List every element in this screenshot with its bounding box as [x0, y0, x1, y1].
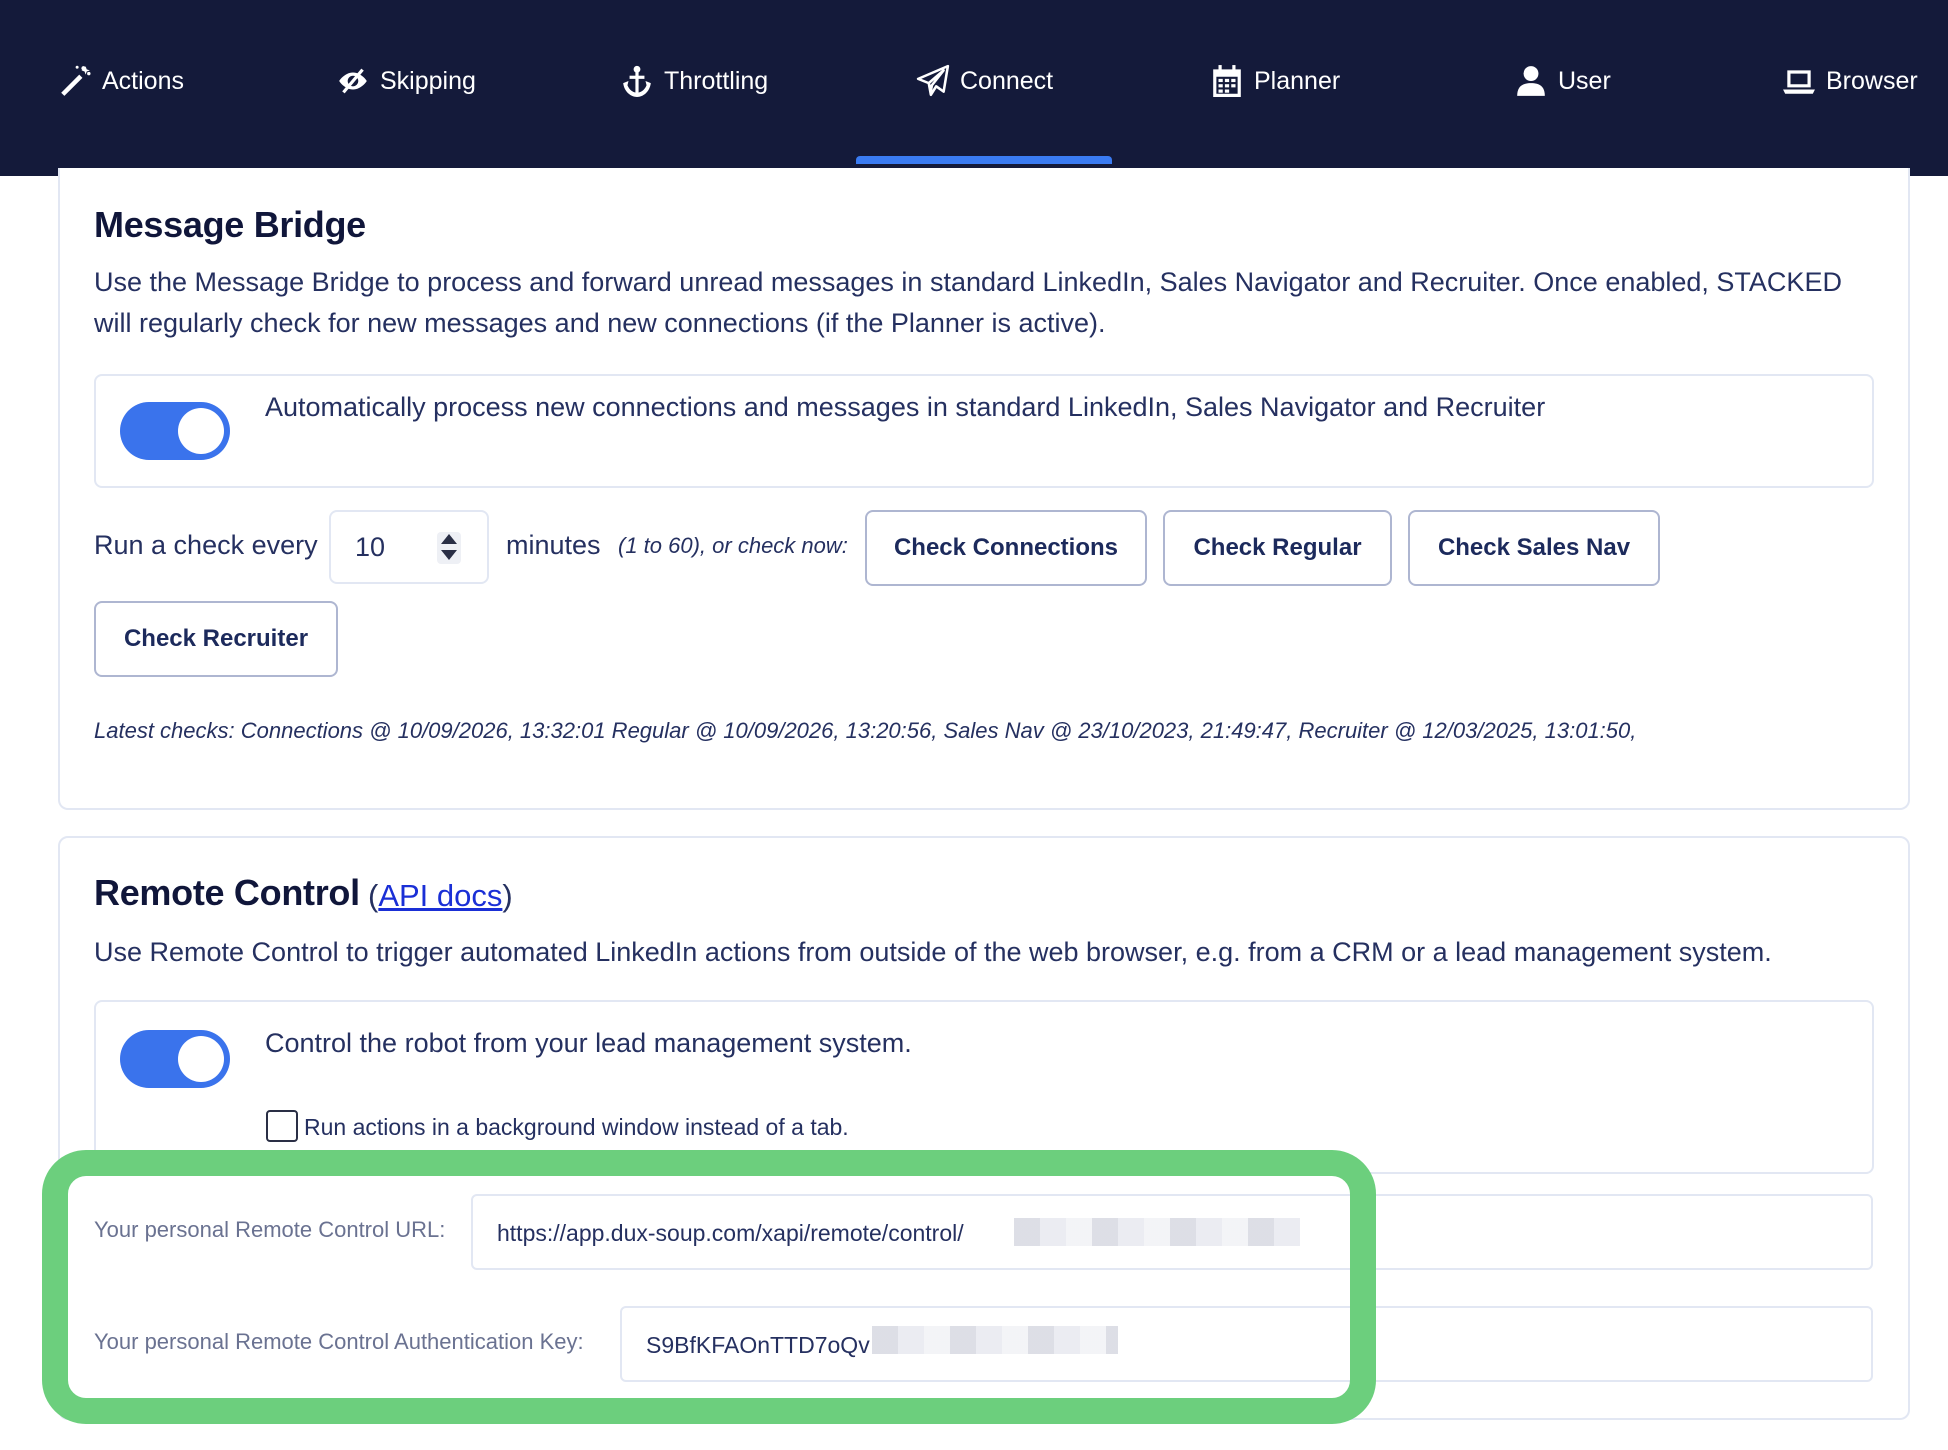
minutes-label: minutes — [506, 530, 601, 560]
nav-tab-label: Skipping — [380, 66, 476, 95]
api-docs-link[interactable]: API docs — [378, 878, 502, 913]
check-interval-input[interactable]: 10 — [329, 510, 489, 584]
message-bridge-description: Use the Message Bridge to process and fo… — [94, 267, 1842, 338]
interval-stepper[interactable] — [437, 532, 461, 564]
api-open-paren: ( — [368, 878, 379, 913]
remote-control-description: Use Remote Control to trigger automated … — [94, 937, 1772, 967]
remote-control-toggle-label: Control the robot from your lead managem… — [265, 1028, 912, 1058]
nav-tab-label: Connect — [960, 66, 1054, 95]
top-nav: Actions Skipping Throttling Connect Plan… — [0, 0, 1948, 176]
auth-key-label: Your personal Remote Control Authenticat… — [94, 1329, 584, 1354]
nav-tab-skipping[interactable]: Skipping — [336, 58, 476, 104]
eye-slash-icon — [339, 68, 367, 94]
latest-checks-status: Latest checks: Connections @ 10/09/2026,… — [94, 718, 1637, 743]
message-bridge-title: Message Bridge — [94, 204, 366, 245]
toggle-knob — [178, 1036, 224, 1082]
nav-tab-connect[interactable]: Connect — [916, 58, 1053, 104]
nav-tab-throttling[interactable]: Throttling — [620, 58, 768, 104]
check-sales-nav-button[interactable]: Check Sales Nav — [1408, 510, 1660, 586]
user-icon — [1517, 66, 1545, 96]
run-check-label: Run a check every — [94, 530, 318, 560]
nav-tab-label: Planner — [1254, 66, 1341, 95]
calendar-icon — [1213, 65, 1241, 97]
active-tab-indicator — [856, 156, 1112, 164]
redacted-key-blur — [872, 1326, 1118, 1354]
nav-tab-browser[interactable]: Browser — [1782, 58, 1918, 104]
auth-key-field[interactable]: S9BfKFAOnTTD7oQv — [620, 1306, 1873, 1382]
laptop-icon — [1783, 70, 1815, 94]
nav-tab-label: Browser — [1826, 66, 1918, 95]
stepper-down-icon[interactable] — [441, 550, 457, 560]
nav-tab-user[interactable]: User — [1514, 58, 1611, 104]
nav-tab-actions[interactable]: Actions — [58, 58, 184, 104]
remote-control-toggle-box — [94, 1000, 1874, 1174]
api-close-paren: ) — [502, 878, 513, 913]
remote-control-title: Remote Control — [94, 872, 360, 913]
background-window-checkbox[interactable] — [266, 1110, 298, 1142]
check-recruiter-button[interactable]: Check Recruiter — [94, 601, 338, 677]
nav-tab-label: User — [1558, 66, 1611, 95]
nav-tab-label: Throttling — [664, 66, 769, 95]
auth-key-value: S9BfKFAOnTTD7oQv — [646, 1332, 870, 1358]
remote-url-label: Your personal Remote Control URL: — [94, 1217, 446, 1242]
redacted-url-blur — [1014, 1218, 1300, 1246]
message-bridge-toggle-label: Automatically process new connections an… — [265, 392, 1546, 422]
nav-tab-planner[interactable]: Planner — [1210, 58, 1340, 104]
interval-range-note: (1 to 60), or check now: — [618, 533, 848, 558]
remote-control-toggle[interactable] — [120, 1030, 230, 1088]
paper-plane-icon — [916, 64, 950, 97]
check-connections-button[interactable]: Check Connections — [865, 510, 1147, 586]
anchor-icon — [623, 65, 651, 97]
toggle-knob — [178, 408, 224, 454]
background-window-label: Run actions in a background window inste… — [304, 1114, 849, 1140]
nav-tab-label: Actions — [102, 66, 184, 95]
remote-url-value: https://app.dux-soup.com/xapi/remote/con… — [497, 1220, 964, 1246]
stepper-up-icon[interactable] — [441, 534, 457, 544]
api-docs-wrapper: (API docs) — [368, 878, 513, 914]
magic-wand-icon — [61, 65, 91, 96]
check-regular-button[interactable]: Check Regular — [1163, 510, 1392, 586]
check-interval-value: 10 — [355, 532, 386, 562]
message-bridge-toggle[interactable] — [120, 402, 230, 460]
